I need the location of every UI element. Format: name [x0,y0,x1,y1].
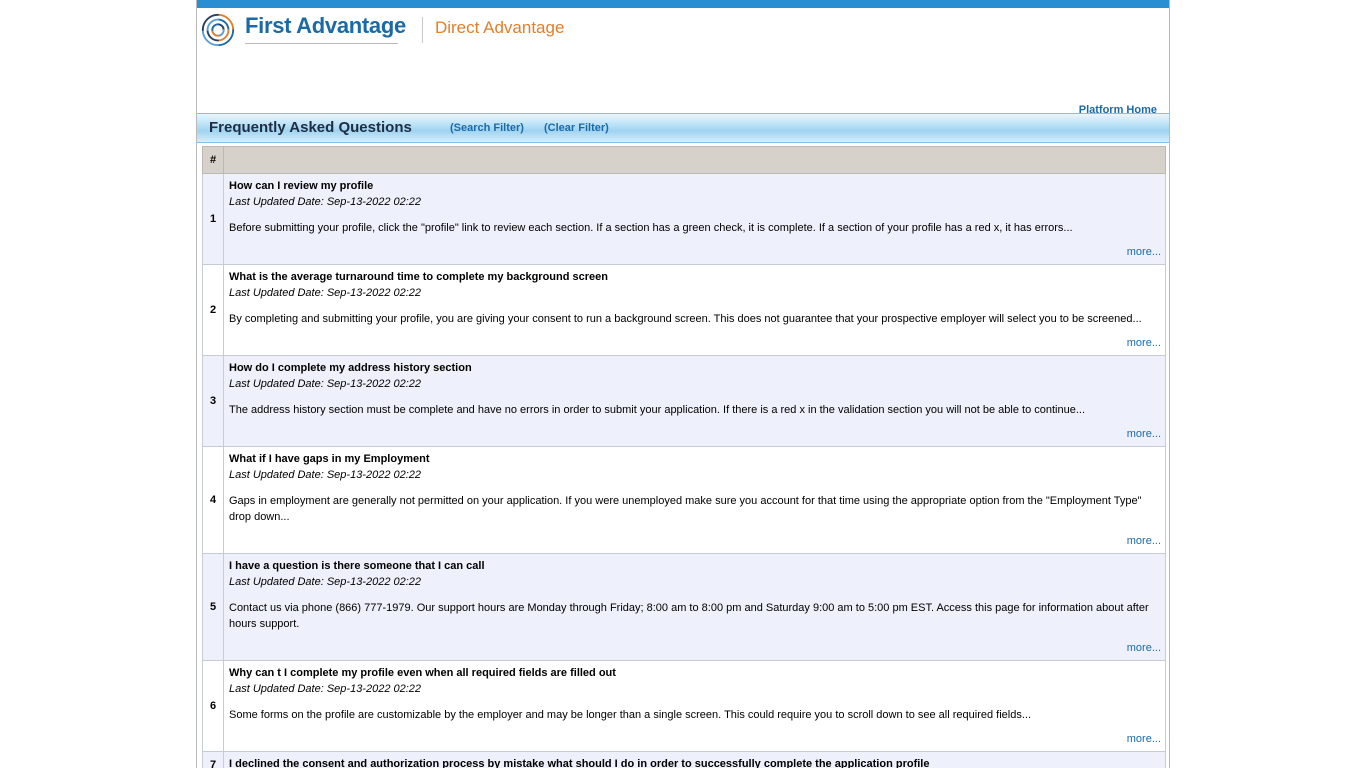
row-content: Why can t I complete my profile even whe… [223,660,1166,752]
table-row: 1 How can I review my profile Last Updat… [202,173,1166,265]
row-number: 1 [202,173,224,265]
faq-answer-snippet: Gaps in employment are generally not per… [229,495,1142,523]
row-content: I declined the consent and authorization… [223,751,1166,768]
faq-question: I declined the consent and authorization… [229,758,930,768]
faq-table: # 1 How can I review my profile Last Upd… [202,146,1166,768]
row-content: How do I complete my address history sec… [223,355,1166,447]
row-number: 7 [202,751,224,768]
faq-question: How do I complete my address history sec… [229,362,472,374]
faq-table-body: 1 How can I review my profile Last Updat… [202,173,1166,768]
more-link[interactable]: more... [1127,642,1161,654]
row-number: 6 [202,660,224,752]
more-link[interactable]: more... [1127,428,1161,440]
search-filter-link[interactable]: (Search Filter) [450,122,524,134]
logo-divider [421,17,423,43]
row-number: 3 [202,355,224,447]
table-row: 3 How do I complete my address history s… [202,355,1166,447]
brand-name: First Advantage [245,13,406,38]
more-link[interactable]: more... [1127,246,1161,258]
header: First Advantage Direct Advantage Platfor… [197,8,1169,116]
more-link[interactable]: more... [1127,337,1161,349]
more-link[interactable]: more... [1127,733,1161,745]
row-number: 5 [202,553,224,661]
faq-answer-snippet: The address history section must be comp… [229,404,1086,416]
faq-titlebar: Frequently Asked Questions (Search Filte… [197,113,1169,143]
table-row: 5 I have a question is there someone tha… [202,553,1166,661]
faq-answer-snippet: By completing and submitting your profil… [229,313,1142,325]
more-link[interactable]: more... [1127,535,1161,547]
clear-filter-link[interactable]: (Clear Filter) [544,122,609,134]
row-content: What is the average turnaround time to c… [223,264,1166,356]
faq-updated-date: Last Updated Date: Sep-13-2022 02:22 [229,469,422,481]
brand-underline [245,43,398,44]
page-title: Frequently Asked Questions [209,119,412,136]
row-content: I have a question is there someone that … [223,553,1166,661]
faq-updated-date: Last Updated Date: Sep-13-2022 02:22 [229,196,422,208]
faq-question: Why can t I complete my profile even whe… [229,667,616,679]
product-name: Direct Advantage [434,18,565,37]
column-header-content [223,146,1166,174]
top-accent-bar [197,0,1169,8]
faq-answer-snippet: Before submitting your profile, click th… [229,222,1073,234]
faq-question: How can I review my profile [229,180,374,192]
faq-updated-date: Last Updated Date: Sep-13-2022 02:22 [229,683,422,695]
row-content: What if I have gaps in my Employment Las… [223,446,1166,554]
faq-question: I have a question is there someone that … [229,560,485,572]
faq-updated-date: Last Updated Date: Sep-13-2022 02:22 [229,287,422,299]
table-row: 2 What is the average turnaround time to… [202,264,1166,356]
table-row: 4 What if I have gaps in my Employment L… [202,446,1166,554]
faq-updated-date: Last Updated Date: Sep-13-2022 02:22 [229,576,422,588]
faq-updated-date: Last Updated Date: Sep-13-2022 02:22 [229,378,422,390]
faq-question: What if I have gaps in my Employment [229,453,430,465]
row-number: 4 [202,446,224,554]
row-content: How can I review my profile Last Updated… [223,173,1166,265]
table-header-row: # [202,146,1166,174]
faq-answer-snippet: Some forms on the profile are customizab… [229,709,1031,721]
row-number: 2 [202,264,224,356]
faq-question: What is the average turnaround time to c… [229,271,608,283]
table-row: 7 I declined the consent and authorizati… [202,751,1166,768]
page-container: First Advantage Direct Advantage Platfor… [196,0,1170,768]
fingerprint-logo-icon [201,13,235,47]
column-header-number: # [202,146,224,174]
faq-answer-snippet: Contact us via phone (866) 777-1979. Our… [229,602,1149,630]
table-row: 6 Why can t I complete my profile even w… [202,660,1166,752]
